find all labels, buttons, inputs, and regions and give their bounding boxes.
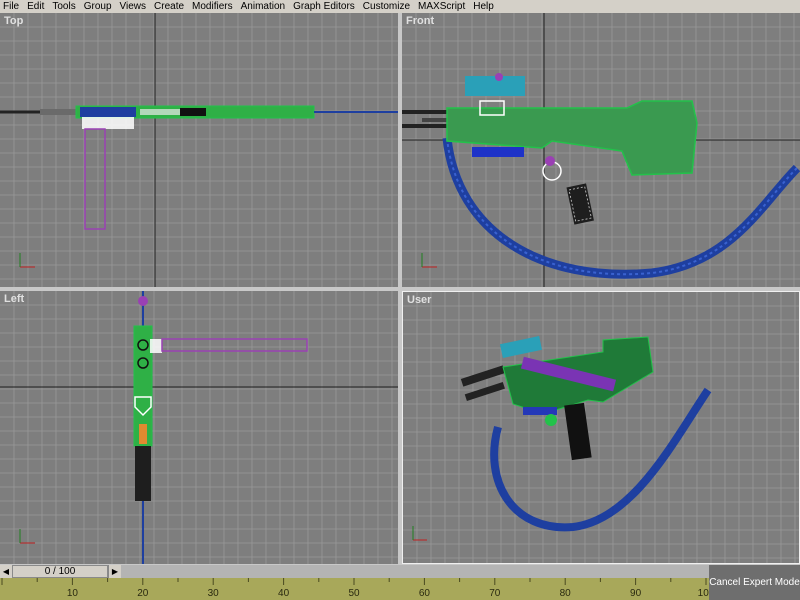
time-next-button[interactable]: ▶ <box>108 565 121 578</box>
track-bar[interactable]: 10 20 30 40 50 60 70 80 90 100 <box>0 578 709 600</box>
menu-bar: File Edit Tools Group Views Create Modifiers An… <box>0 0 800 13</box>
menu-item-edit[interactable]: Edit <box>24 0 49 13</box>
menu-item-views[interactable]: Views <box>117 0 152 13</box>
menu-item-tools[interactable]: Tools <box>49 0 80 13</box>
track-tick-label: 80 <box>560 588 572 599</box>
track-tick-label: 30 <box>208 588 220 599</box>
menu-item-help[interactable]: Help <box>470 0 499 13</box>
viewport-label-left: Left <box>4 293 25 305</box>
viewport-label-top: Top <box>4 15 24 27</box>
time-slider[interactable]: 0 / 100 <box>12 565 108 578</box>
menu-item-create[interactable]: Create <box>151 0 189 13</box>
viewport-user[interactable]: User <box>402 291 800 564</box>
cancel-expert-mode-button[interactable]: Cancel Expert Mode <box>709 565 800 600</box>
track-tick-label: 90 <box>630 588 642 599</box>
track-tick-label: 10 <box>67 588 79 599</box>
track-tick-label: 40 <box>278 588 290 599</box>
track-tick-label: 60 <box>419 588 431 599</box>
front-grid <box>402 13 800 287</box>
track-tick-label: 100 <box>698 588 709 599</box>
menu-item-modifiers[interactable]: Modifiers <box>189 0 238 13</box>
viewport-label-user: User <box>407 294 432 306</box>
triangle-right-icon: ▶ <box>111 567 119 576</box>
viewport-top[interactable]: Top <box>0 13 398 287</box>
track-tick-label: 20 <box>137 588 149 599</box>
triangle-left-icon: ◀ <box>2 567 10 576</box>
top-grid <box>0 13 398 287</box>
menu-item-group[interactable]: Group <box>81 0 117 13</box>
viewport-label-front: Front <box>406 15 435 27</box>
track-tick-label: 50 <box>348 588 360 599</box>
menu-item-customize[interactable]: Customize <box>360 0 415 13</box>
time-bar: ◀ 0 / 100 ▶ <box>0 565 709 578</box>
top-weapon-mesh[interactable] <box>0 105 398 230</box>
track-ruler: 10 20 30 40 50 60 70 80 90 100 <box>1 578 709 599</box>
left-weapon-mesh[interactable] <box>133 291 308 564</box>
menu-item-graph-editors[interactable]: Graph Editors <box>290 0 360 13</box>
menu-item-animation[interactable]: Animation <box>238 0 290 13</box>
track-tick-label: 70 <box>489 588 501 599</box>
viewport-left[interactable]: Left <box>0 291 398 564</box>
user-grid <box>403 292 799 563</box>
left-grid <box>0 291 398 564</box>
menu-item-file[interactable]: File <box>0 0 24 13</box>
menu-item-maxscript[interactable]: MAXScript <box>415 0 470 13</box>
viewport-front[interactable]: Front <box>402 13 800 287</box>
